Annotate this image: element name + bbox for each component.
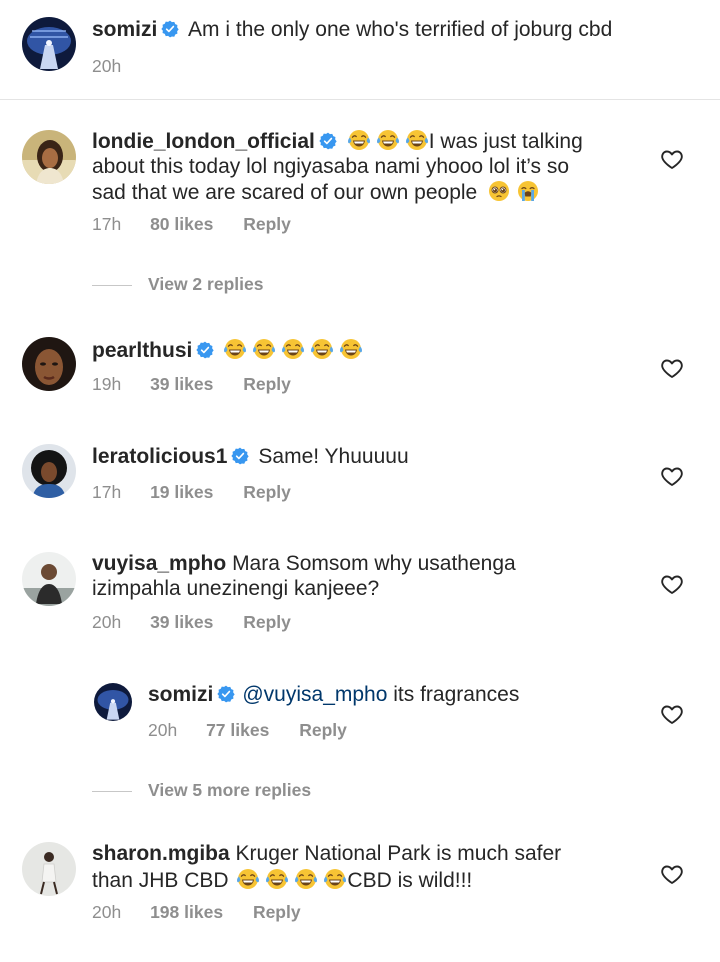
comment-item: vuyisa_mpho Mara Somsom why usathenga iz… — [0, 530, 720, 820]
like-count[interactable]: 39 likes — [150, 612, 213, 633]
like-heart-icon[interactable] — [660, 572, 684, 596]
comment-username[interactable]: pearlthusi — [92, 339, 192, 362]
laugh-emoji-icon — [223, 337, 247, 361]
laugh-emoji-icon — [281, 337, 305, 361]
comment-timestamp: 19h — [92, 374, 122, 394]
reply-username[interactable]: somizi — [148, 683, 213, 706]
like-heart-icon[interactable] — [660, 356, 684, 380]
comment-text: Same! Yhuuuuu — [258, 445, 409, 468]
reply-item: somizi @vuyisa_mpho its fragrances 20h 77… — [0, 675, 720, 745]
comment-text: sad that we are scared of our own people — [92, 181, 478, 204]
comment-text: Kruger National Park is much safer — [235, 842, 562, 865]
divider — [92, 790, 132, 792]
laugh-emoji-icon — [294, 867, 318, 891]
laugh-emoji-icon — [323, 867, 347, 891]
comment-text: than JHB CBD — [92, 868, 229, 892]
avatar[interactable] — [94, 683, 132, 721]
avatar[interactable] — [22, 842, 76, 896]
like-count[interactable]: 77 likes — [206, 720, 269, 741]
post-caption: somizi Am i the only one who's terrified… — [0, 0, 720, 100]
like-count[interactable]: 198 likes — [150, 902, 223, 923]
laugh-emoji-icon — [376, 128, 400, 152]
caption-username[interactable]: somizi — [92, 18, 157, 41]
avatar[interactable] — [22, 552, 76, 606]
comment-text: Mara Somsom why usathenga — [232, 552, 516, 575]
mention-link[interactable]: @vuyisa_mpho — [242, 683, 387, 706]
comment-timestamp: 20h — [92, 612, 122, 632]
reply-text: its fragrances — [393, 683, 520, 706]
verified-badge-icon — [196, 341, 214, 359]
view-replies-button[interactable]: View 2 replies — [92, 274, 263, 298]
view-replies-button[interactable]: View 5 more replies — [92, 780, 311, 804]
avatar[interactable] — [22, 337, 76, 391]
pleading-face-emoji-icon — [487, 179, 511, 203]
caption-timestamp: 20h — [92, 56, 122, 76]
like-count[interactable]: 19 likes — [150, 482, 213, 503]
divider — [92, 284, 132, 286]
comment-item: londie_london_official I was just talkin… — [0, 100, 720, 315]
like-count[interactable]: 80 likes — [150, 214, 213, 235]
reply-timestamp: 20h — [148, 720, 178, 740]
comment-timestamp: 20h — [92, 902, 122, 922]
laugh-emoji-icon — [252, 337, 276, 361]
laugh-emoji-icon — [236, 867, 260, 891]
reply-button[interactable]: Reply — [299, 720, 347, 741]
verified-badge-icon — [217, 685, 235, 703]
laugh-emoji-icon — [339, 337, 363, 361]
comment-timestamp: 17h — [92, 214, 122, 234]
reply-button[interactable]: Reply — [253, 902, 301, 923]
laugh-emoji-icon — [405, 128, 429, 152]
like-heart-icon[interactable] — [660, 702, 684, 726]
crying-face-emoji-icon — [516, 179, 540, 203]
comment-username[interactable]: leratolicious1 — [92, 445, 227, 468]
view-replies-label: View 2 replies — [148, 274, 264, 294]
avatar[interactable] — [22, 17, 76, 71]
avatar[interactable] — [22, 130, 76, 184]
caption-text: Am i the only one who's terrified of job… — [188, 18, 613, 41]
like-count[interactable]: 39 likes — [150, 374, 213, 395]
comment-username[interactable]: londie_london_official — [92, 130, 315, 153]
comment-item: sharon.mgiba Kruger National Park is muc… — [0, 820, 720, 962]
comment-username[interactable]: vuyisa_mpho — [92, 552, 226, 575]
verified-badge-icon — [319, 132, 337, 150]
comment-text: izimpahla unezinengi kanjeee? — [92, 576, 380, 600]
like-heart-icon[interactable] — [660, 147, 684, 171]
avatar[interactable] — [22, 444, 76, 498]
laugh-emoji-icon — [265, 867, 289, 891]
laugh-emoji-icon — [347, 128, 371, 152]
comment-timestamp: 17h — [92, 482, 122, 502]
like-heart-icon[interactable] — [660, 862, 684, 886]
comment-item: pearlthusi 19h 39 likes Reply — [0, 315, 720, 425]
verified-badge-icon — [161, 20, 179, 38]
laugh-emoji-icon — [310, 337, 334, 361]
reply-button[interactable]: Reply — [243, 374, 291, 395]
comment-text: I was just talking — [428, 130, 583, 153]
comment-text: CBD is wild!!! — [347, 868, 473, 892]
reply-button[interactable]: Reply — [243, 482, 291, 503]
comment-text: about this today lol ngiyasaba nami yhoo… — [92, 154, 570, 178]
view-replies-label: View 5 more replies — [148, 780, 312, 800]
comment-item: leratolicious1 Same! Yhuuuuu 17h 19 likes… — [0, 425, 720, 530]
like-heart-icon[interactable] — [660, 464, 684, 488]
verified-badge-icon — [231, 447, 249, 465]
reply-button[interactable]: Reply — [243, 612, 291, 633]
comment-username[interactable]: sharon.mgiba — [92, 842, 230, 865]
reply-button[interactable]: Reply — [243, 214, 291, 235]
